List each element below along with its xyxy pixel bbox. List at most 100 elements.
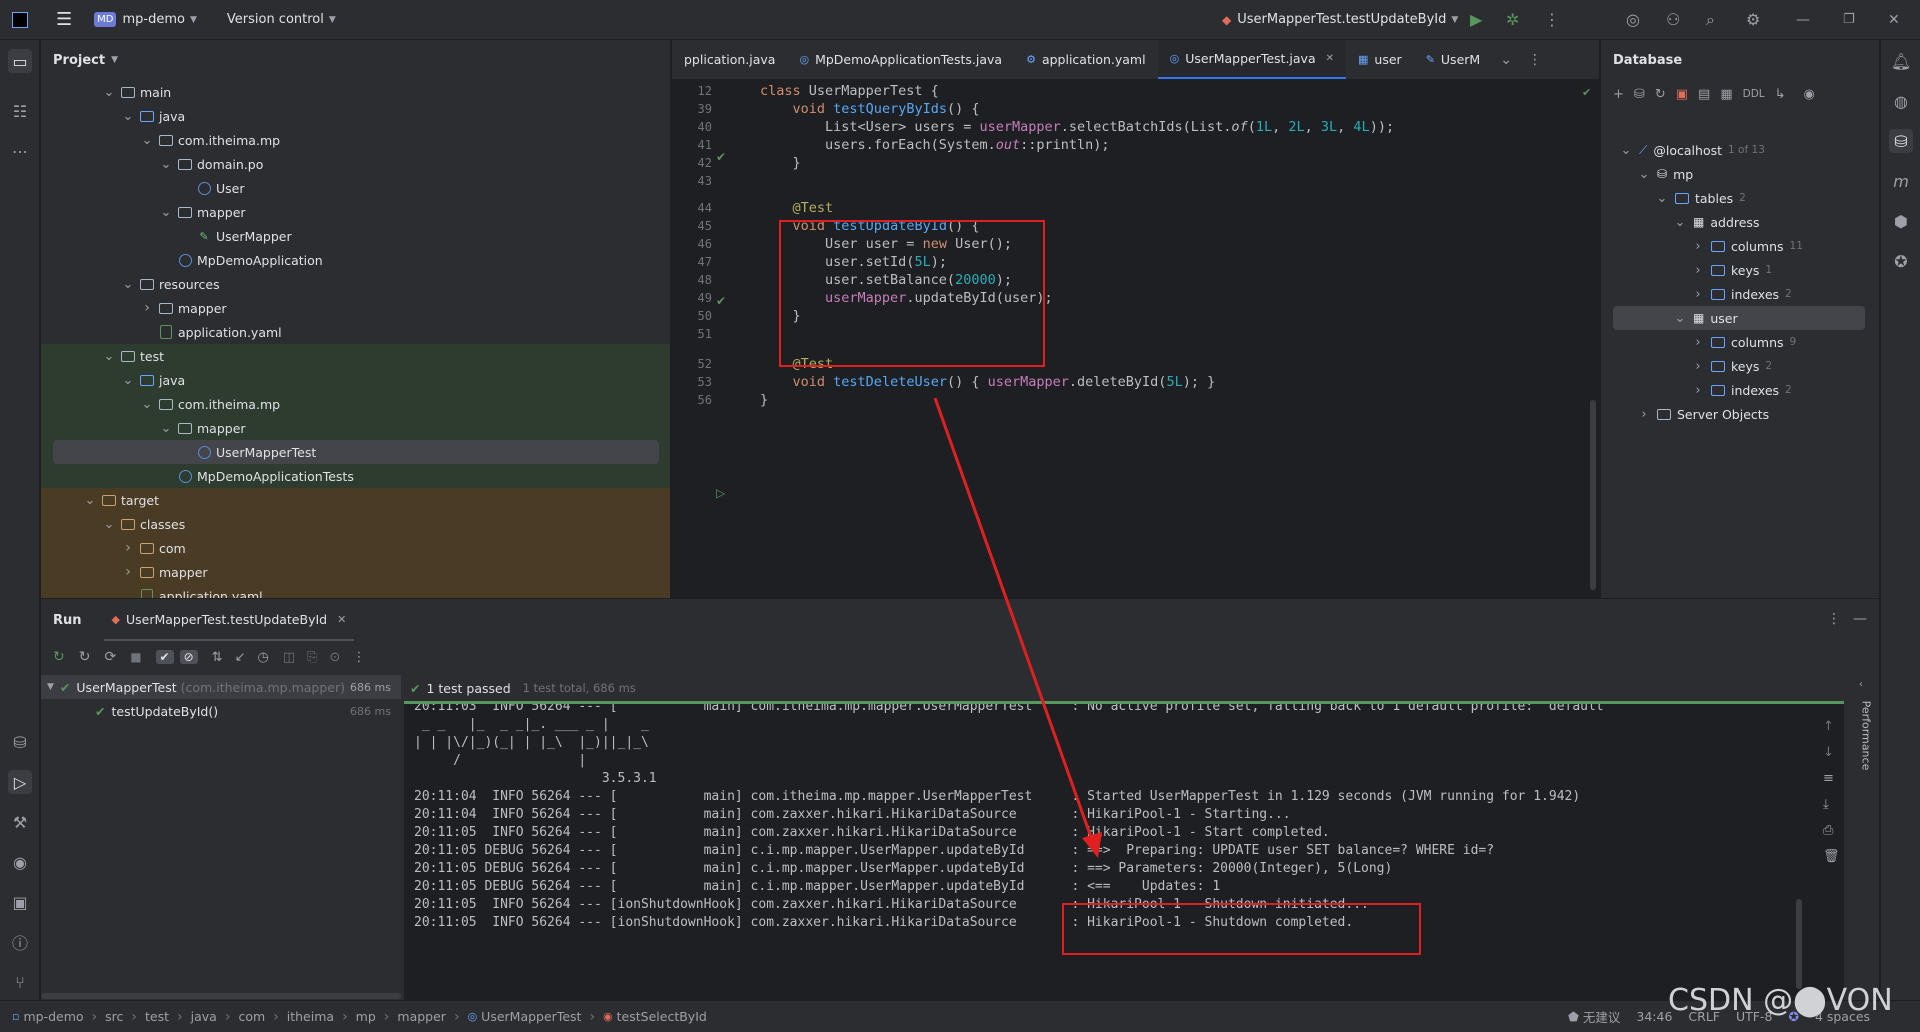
run-config-tab[interactable]: ◆ UserMapperTest.testUpdateById ✕	[103, 599, 355, 641]
chevron-right-icon[interactable]: ›	[121, 540, 135, 556]
rerun-failed-icon[interactable]: ↻	[79, 649, 91, 665]
project-tree-item[interactable]: application.yaml	[41, 320, 670, 344]
terminal-tool-icon[interactable]: ▣	[8, 890, 32, 914]
chevron-right-icon[interactable]: ›	[1691, 263, 1705, 278]
db-tree-item[interactable]: ⌄ tables 2	[1601, 186, 1879, 210]
more-options-icon[interactable]: ⋮	[1827, 611, 1841, 627]
close-icon[interactable]: ✕	[1888, 12, 1900, 28]
chevron-right-icon[interactable]: ›	[1691, 239, 1705, 254]
editor-tab[interactable]: ✎ UserM	[1414, 40, 1493, 79]
console-scrollbar[interactable]	[1796, 899, 1802, 989]
project-tree-item[interactable]: ⌄ mapper	[41, 200, 670, 224]
run-test-gutter-icon[interactable]: ✔	[716, 150, 726, 164]
breadcrumb-item[interactable]: src	[105, 1009, 123, 1024]
project-tree-item[interactable]: MpDemoApplicationTests	[41, 464, 670, 488]
history-icon[interactable]: ◷	[257, 650, 268, 665]
chevron-right-icon[interactable]: ›	[1691, 287, 1705, 302]
chevron-right-icon[interactable]: ›	[1637, 407, 1651, 422]
tabs-dropdown-icon[interactable]: ⌄	[1500, 52, 1512, 68]
db-tree-item[interactable]: ⌄ ⟋ @localhost 1 of 13	[1601, 138, 1879, 162]
db-tree-item[interactable]: › indexes 2	[1601, 282, 1879, 306]
scroll-down-icon[interactable]: ↓	[1823, 745, 1834, 760]
chevron-down-icon[interactable]: ⌄	[140, 133, 154, 148]
breadcrumb-item[interactable]: test	[145, 1009, 169, 1024]
chevron-right-icon[interactable]: ›	[140, 300, 154, 316]
chevron-right-icon[interactable]: ›	[1691, 335, 1705, 350]
export-icon[interactable]: ⎘	[307, 650, 317, 665]
import-tests-icon[interactable]: ↙	[235, 650, 246, 665]
chevron-down-icon[interactable]: ⌄	[121, 109, 135, 124]
git-tool-icon[interactable]: ⑂	[8, 970, 32, 994]
db-tree-item[interactable]: › columns 11	[1601, 234, 1879, 258]
ddl-button[interactable]: DDL	[1743, 88, 1765, 100]
view-options-icon[interactable]: ◉	[1804, 87, 1815, 102]
hide-panel-icon[interactable]: —	[1853, 611, 1867, 627]
database-tool-icon[interactable]: ⛁	[1889, 129, 1913, 153]
screenshot-icon[interactable]: ◫	[283, 650, 295, 665]
add-icon[interactable]: +	[1613, 87, 1624, 102]
notifications-bell-icon[interactable]: 🔔︎	[1889, 49, 1913, 73]
chevron-right-icon[interactable]: ›	[1691, 359, 1705, 374]
test-tree-scrollbar[interactable]	[41, 993, 401, 999]
restore-icon[interactable]: ❐	[1843, 12, 1855, 27]
copilot-icon[interactable]: ✪	[1889, 249, 1913, 273]
sort-icon[interactable]: ⇅	[212, 650, 223, 665]
run-icon[interactable]: ▶	[1470, 10, 1482, 29]
project-tree-item[interactable]: ⌄ test	[41, 344, 670, 368]
more-icon[interactable]: ⋮	[1528, 52, 1542, 68]
close-tab-icon[interactable]: ✕	[1326, 53, 1334, 64]
project-tree-item[interactable]: UserMapperTest	[53, 440, 659, 464]
chevron-down-icon[interactable]: ⌄	[102, 349, 116, 364]
breadcrumb-item[interactable]: mapper	[397, 1009, 446, 1024]
editor-tab[interactable]: ⚙ application.yaml	[1014, 40, 1158, 79]
chevron-down-icon[interactable]: ⌄	[121, 373, 135, 388]
chevron-down-icon[interactable]: ⌄	[121, 277, 135, 292]
run-test-gutter-icon[interactable]: ▷	[716, 486, 725, 500]
project-tree-item[interactable]: ⌄ com.itheima.mp	[41, 392, 670, 416]
show-passed-icon[interactable]: ✔	[155, 650, 174, 664]
database-tool-icon[interactable]: ⛁	[8, 730, 32, 754]
scroll-to-end-icon[interactable]: ⤓	[1823, 797, 1829, 812]
run-tool-icon[interactable]: ▷	[8, 770, 32, 794]
editor-tab[interactable]: ◎ MpDemoApplicationTests.java	[787, 40, 1014, 79]
breadcrumb-item[interactable]: mp-demo	[23, 1009, 83, 1024]
scroll-up-icon[interactable]: ↑	[1823, 719, 1834, 734]
chevron-right-icon[interactable]: ›	[121, 564, 135, 580]
console-icon[interactable]: ▤	[1698, 87, 1710, 102]
project-tree-item[interactable]: application.yaml	[41, 584, 670, 598]
chevron-down-icon[interactable]: ⌄	[1655, 191, 1669, 206]
project-tree-item[interactable]: User	[41, 176, 670, 200]
datasource-icon[interactable]: ⛁	[1634, 87, 1645, 102]
db-tree-item[interactable]: ⌄ ▦ address	[1601, 210, 1879, 234]
refresh-icon[interactable]: ↻	[1655, 87, 1666, 102]
db-tree-item[interactable]: › Server Objects	[1601, 402, 1879, 426]
vcs-menu[interactable]: Version control ▼	[227, 12, 336, 27]
clear-all-icon[interactable]: 🗑︎	[1823, 849, 1840, 864]
plugin-icon[interactable]: ⬢	[1889, 209, 1913, 233]
chevron-down-icon[interactable]: ⌄	[1619, 143, 1633, 158]
search-icon[interactable]: ⌕	[1706, 10, 1715, 30]
services-tool-icon[interactable]: ◉	[8, 850, 32, 874]
chevron-down-icon[interactable]: ⌄	[102, 85, 116, 100]
structure-tool-icon[interactable]: ☷	[8, 99, 32, 123]
advice-status[interactable]: ⬟ 无建议	[1568, 1007, 1620, 1026]
test-row-class[interactable]: ▼ ✔ UserMapperTest (com.itheima.mp.mappe…	[41, 675, 401, 699]
breadcrumb-item[interactable]: UserMapperTest	[481, 1009, 581, 1024]
run-panel-title[interactable]: Run	[53, 613, 82, 628]
db-tree-item[interactable]: ⌄ ▦ user	[1613, 306, 1865, 330]
chevron-down-icon[interactable]: ⌄	[1673, 215, 1687, 230]
project-tool-icon[interactable]: ▭	[8, 49, 32, 73]
ai-chat-icon[interactable]: ◍	[1889, 89, 1913, 113]
more-actions-icon[interactable]: ⋮	[1544, 10, 1560, 29]
performance-side-tab[interactable]: ‹ Performance	[1853, 679, 1877, 770]
chevron-down-icon[interactable]: ⌄	[1637, 167, 1651, 182]
coverage-icon[interactable]: ⊙	[330, 650, 341, 665]
db-tree-item[interactable]: › keys 2	[1601, 354, 1879, 378]
print-icon[interactable]: ⎙	[1823, 823, 1833, 838]
project-tree-item[interactable]: ✎ UserMapper	[41, 224, 670, 248]
db-tree-item[interactable]: › columns 9	[1601, 330, 1879, 354]
chevron-down-icon[interactable]: ⌄	[159, 157, 173, 172]
toggle-auto-test-icon[interactable]: ⟳	[104, 649, 116, 665]
editor-scrollbar[interactable]	[1590, 400, 1596, 590]
db-tree-item[interactable]: › indexes 2	[1601, 378, 1879, 402]
